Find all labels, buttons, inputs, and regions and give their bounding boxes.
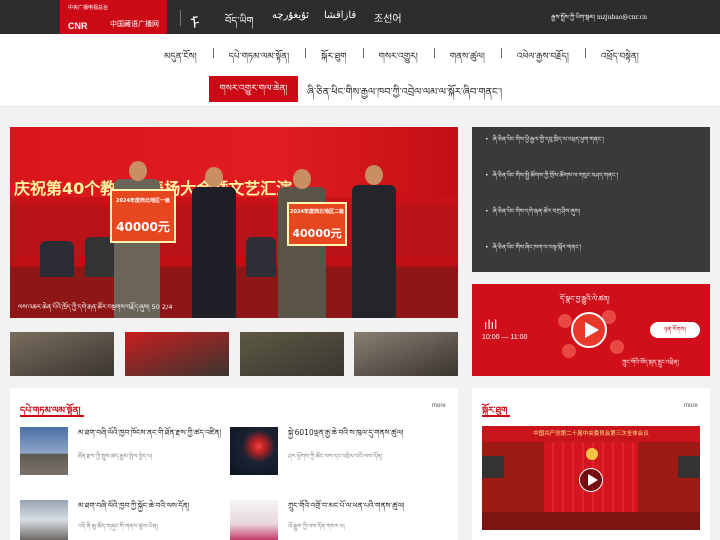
guide-panel: དཔེ་གཏམ་ལམ་སྟོན། more མ་ཐག་བཞི་ལོའི་ཁྱབ་… [10, 388, 458, 540]
card-thumbnail[interactable] [230, 500, 278, 540]
nav-item-health[interactable]: འཕྲོད་བསྟེན། [584, 47, 655, 72]
hero-carousel[interactable]: 庆祝第40个教师节表扬大会暨文艺汇演 2024年度西北地区一级 40000元 2… [10, 127, 458, 318]
panel-title[interactable]: སྐོར་ཐུག [482, 401, 507, 426]
thumbnail-crowd[interactable] [354, 332, 458, 376]
hero-page-indicator: 2/4 [162, 303, 173, 311]
hero-caption-text: ལས་འཆར་ཆེན་པོའི་ཁྲོད་ཀྱི་དགེ་རྒན་ཚོར་བསྔ… [18, 303, 150, 311]
seated-person [246, 237, 276, 277]
nav-item-development[interactable]: འཕེལ་རྒྱས་བརྗོད། [500, 47, 585, 72]
card-summary: ལོ་རྒྱུས་ཀྱི་ལས་དོན་གསར་པ། [288, 523, 345, 530]
sidebar-news-item[interactable]: ཞི་ཅིན་ཕིང་གིས་ཞིང་ཁག་ལ་བལྟ་སྐོར་གནང་། [485, 241, 582, 258]
official-head [205, 167, 223, 187]
contact-info: རྒྱས་སྤྲོས་ཀྱི་ཡིག་སྒམ། mzjubao@cnr.cn [551, 11, 647, 28]
meeting-table [482, 512, 700, 530]
sidebar-news-item[interactable]: ཞི་ཅིན་ཕིང་གིས་སྤྱི་ཚོགས་ཀྱི་གྲོས་ཚོགས་ལ… [485, 169, 619, 186]
honoree-head [129, 161, 147, 181]
contact-email[interactable]: mzjubao@cnr.cn [597, 14, 647, 21]
audio-wave-icon: ılıl [484, 318, 498, 332]
sidebar-news-item[interactable]: ཞི་ཅིན་ཕིང་གིས་དགེ་རྒན་ཚོར་བཀྲ་ཤིས་ཞུས། [485, 205, 580, 222]
award-sign: 2024年度西北地区二级 40000元 [287, 202, 347, 246]
panel-title[interactable]: དཔེ་གཏམ་ལམ་སྟོན། [20, 401, 80, 426]
hero-caption-count: 50 [151, 303, 160, 311]
sidebar-news-item[interactable]: ཞི་ཅིན་ཕིང་གིས་ཕྱི་རྒྱལ་གྱི་དབུ་ཁྲིད་ལ་འ… [485, 133, 604, 150]
radio-time: 10:00 — 11:00 [482, 334, 528, 341]
card-summary: ཤར་ཕྱོགས་ཀྱི་ཚོང་ལས་དང་འབྲེལ་བའི་ལས་དོན། [288, 453, 383, 460]
logo-line1: 中央广播电视总台 [68, 5, 109, 11]
award-sign-amount: 40000元 [116, 220, 170, 234]
seated-person [40, 241, 74, 277]
headline-marquee[interactable]: ཞི་ཅིན་ཕིང་གིས་རྒྱལ་ཁབ་ཀྱི་འབྲེལ་ལམ་ལ་སྐ… [307, 81, 502, 109]
main-nav: མདུན་ངོས། དཔེ་གཏམ་ལམ་སྟོན། སྐོར་ཐུག གསར་… [0, 34, 720, 106]
topic-panel: སྐོར་ཐུག more 中国共产党第二十届中央委员会第三次全体会议 [472, 388, 710, 540]
lang-uyghur[interactable]: ئۇيغۇرچە [272, 10, 309, 21]
panel-underline [20, 415, 84, 417]
side-screen [482, 456, 504, 478]
nav-item-guide[interactable]: དཔེ་གཏམ་ལམ་སྟོན། [212, 47, 305, 72]
decor-dot [562, 344, 576, 358]
lang-korean[interactable]: 조선어 [374, 10, 402, 25]
card-thumbnail[interactable] [230, 427, 278, 475]
sidebar-news-list: ཞི་ཅིན་ཕིང་གིས་ཕྱི་རྒྱལ་གྱི་དབུ་ཁྲིད་ལ་འ… [472, 127, 710, 272]
lang-kazakh[interactable]: قازاقشا [324, 10, 356, 21]
thumbnail-ruins[interactable] [10, 332, 114, 376]
decor-dot [558, 314, 572, 328]
mongolian-script-icon[interactable]: ᠮ [190, 6, 200, 34]
hero-caption: ལས་འཆར་ཆེན་པོའི་ཁྲོད་ཀྱི་དགེ་རྒན་ཚོར་བསྔ… [18, 299, 172, 318]
thumbnail-harvest[interactable] [240, 332, 344, 376]
decor-dot [610, 340, 624, 354]
award-sign-text: 2024年度西北地区二级 [290, 209, 344, 215]
honoree-head [293, 169, 311, 189]
meeting-banner: 中国共产党第二十届中央委员会第三次全体会议 [482, 426, 700, 442]
section-divider [0, 106, 720, 118]
play-icon [588, 474, 598, 486]
card-thumbnail[interactable] [20, 427, 68, 475]
side-screen [678, 456, 700, 478]
listen-button[interactable]: ཉན་རོགས། [650, 322, 700, 338]
award-sign: 2024年度西北地区一级 40000元 [110, 189, 176, 243]
logo-line2: 中国藏语广播网 [110, 20, 159, 28]
radio-subtitle: ཀྲུང་གོའི་བོད་སྐད་རླུང་འཕྲིན། [622, 359, 679, 366]
party-emblem-icon [586, 448, 598, 460]
divider [180, 10, 181, 26]
official-person [192, 187, 236, 318]
award-sign-amount: 40000元 [292, 227, 342, 240]
top-bar: 中央广播电视总台 CNR 中国藏语广播网 ᠮ བོད་ཡིག ئۇيغۇرچە … [0, 0, 720, 44]
radio-live-panel: དོ་སྣང་བྱ་རྒྱུའི་ལེ་ཚན། ılıl 10:00 — 11:… [472, 284, 710, 376]
thumbnail-strip [10, 332, 458, 376]
more-link[interactable]: more [432, 403, 446, 409]
nav-item-news[interactable]: གསར་འགྱུར། [362, 47, 434, 72]
radio-title: དོ་སྣང་བྱ་རྒྱུའི་ལེ་ཚན། [560, 295, 610, 303]
more-link[interactable]: more [684, 403, 698, 409]
card-title[interactable]: མ་ཐག་བཞི་ལོའི་ཁྱབ་ཁོངས་ནང་གི་ཐོན་རྫས་ཀྱི… [78, 427, 226, 438]
nav-item-info[interactable]: གནས་ཚུལ། [433, 47, 501, 72]
official-head [365, 165, 383, 185]
play-button[interactable] [571, 312, 607, 348]
nav-item-topic[interactable]: སྐོར་ཐུག [305, 47, 362, 72]
logo-cnr: CNR [68, 21, 88, 31]
headline-news-button[interactable]: གསར་འགྱུར་གལ་ཆེན། [209, 76, 298, 102]
card-title[interactable]: ཀྲུང་གོའི་འགྲོ་བ་མང་པོ་ལ་ཕན་པའི་གནས་ཚུལ། [288, 500, 448, 511]
panel-underline [482, 415, 510, 417]
nav-item-home[interactable]: མདུན་ངོས། [148, 47, 213, 72]
thumbnail-ceremony[interactable] [125, 332, 229, 376]
official-person [352, 185, 396, 318]
card-title[interactable]: སྐྱེ་6010ལྡན་རྒྱ་ཆེ་བའི་ས་ཁུལ་དུ་གནས་ཚུལ… [288, 427, 448, 438]
card-summary: ཐོན་རྫས་ཀྱི་སྤུས་ཚད་རྒྱས་སྤེལ་བྱེད་པ། [78, 453, 153, 460]
contact-label: རྒྱས་སྤྲོས་ཀྱི་ཡིག་སྒམ། [551, 14, 595, 21]
award-sign-text: 2024年度西北地区一级 [116, 198, 170, 204]
card-thumbnail[interactable] [20, 500, 68, 540]
meeting-video[interactable]: 中国共产党第二十届中央委员会第三次全体会议 [482, 426, 700, 530]
card-summary: འདི་ནི་ཆུ་ཚོད་གཞུང་གི་གནས་ཚུལ་ཡིན། [78, 523, 158, 530]
card-title[interactable]: མ་ཐག་བཞི་ལོའི་ཁྱབ་ཀྱི་སྐྱོང་ཆེ་བའི་ལས་དོ… [78, 500, 226, 511]
video-play-button[interactable] [579, 468, 603, 492]
